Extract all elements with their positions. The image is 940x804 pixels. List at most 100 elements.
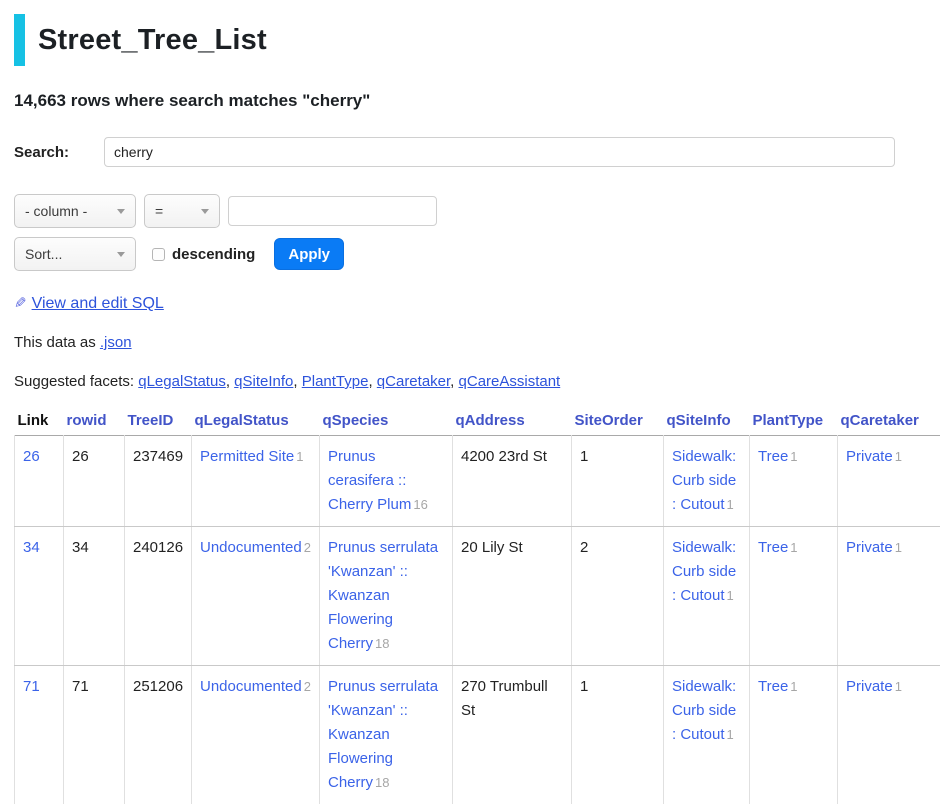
results-table: Link rowid TreeID qLegalStatus qSpecies …	[14, 408, 940, 804]
facet-link-qsiteinfo[interactable]: qSiteInfo	[234, 373, 293, 390]
cell-treeid: 240126	[125, 527, 192, 666]
table-row: 34 34 240126 Undocumented2 Prunus serrul…	[15, 527, 940, 666]
search-input[interactable]	[104, 137, 895, 167]
cell-qaddress: 20 Lily St	[453, 527, 572, 666]
sort-select[interactable]: Sort...	[14, 237, 136, 271]
facet-link-qcaretaker[interactable]: qCaretaker	[377, 373, 450, 390]
facet-count: 1	[727, 497, 734, 512]
sort-row: Sort... descending Apply	[14, 237, 926, 271]
json-link[interactable]: .json	[100, 334, 132, 351]
column-select-value: - column -	[25, 203, 87, 219]
cell-treeid: 237469	[125, 436, 192, 527]
column-header-qcaretaker: qCaretaker	[838, 408, 940, 436]
chevron-down-icon	[201, 209, 209, 214]
facet-separator: ,	[293, 373, 301, 390]
column-header-siteorder: SiteOrder	[572, 408, 664, 436]
cell-qlegalstatus: Undocumented2	[192, 666, 320, 804]
cell-qspecies: Prunus cerasifera :: Cherry Plum16	[320, 436, 453, 527]
column-header-qaddress-link[interactable]: qAddress	[456, 412, 525, 429]
search-label: Search:	[14, 144, 104, 161]
chevron-down-icon	[117, 209, 125, 214]
cell-treeid: 251206	[125, 666, 192, 804]
facet-count: 2	[304, 540, 311, 555]
filter-value-input[interactable]	[228, 196, 437, 226]
cell-qsiteinfo: Sidewalk: Curb side : Cutout1	[664, 436, 750, 527]
cell-siteorder: 2	[572, 527, 664, 666]
facet-value-link[interactable]: Tree	[758, 448, 788, 465]
cell-link: 26	[15, 436, 64, 527]
column-header-planttype-link[interactable]: PlantType	[753, 412, 824, 429]
data-as-row: This data as .json	[14, 334, 926, 351]
column-header-qsiteinfo-link[interactable]: qSiteInfo	[667, 412, 731, 429]
column-header-treeid: TreeID	[125, 408, 192, 436]
operator-select[interactable]: =	[144, 194, 220, 228]
column-header-siteorder-link[interactable]: SiteOrder	[575, 412, 643, 429]
facets-label: Suggested facets:	[14, 373, 138, 390]
column-header-qspecies: qSpecies	[320, 408, 453, 436]
page: Street_Tree_List 14,663 rows where searc…	[0, 0, 940, 804]
facet-link-qlegalstatus[interactable]: qLegalStatus	[138, 373, 226, 390]
column-header-planttype: PlantType	[750, 408, 838, 436]
column-header-qlegalstatus-link[interactable]: qLegalStatus	[195, 412, 289, 429]
facet-value-link[interactable]: Private	[846, 448, 893, 465]
column-select[interactable]: - column -	[14, 194, 136, 228]
cell-siteorder: 1	[572, 436, 664, 527]
column-header-link: Link	[15, 408, 64, 436]
chevron-down-icon	[117, 252, 125, 257]
facet-value-link[interactable]: Undocumented	[200, 678, 302, 695]
facet-count: 1	[727, 588, 734, 603]
facet-link-planttype[interactable]: PlantType	[302, 373, 369, 390]
cell-link: 34	[15, 527, 64, 666]
cell-siteorder: 1	[572, 666, 664, 804]
facet-separator: ,	[368, 373, 376, 390]
facet-value-link[interactable]: Prunus cerasifera :: Cherry Plum	[328, 448, 411, 513]
row-link[interactable]: 71	[23, 678, 40, 695]
facet-count: 1	[895, 449, 902, 464]
column-header-qsiteinfo: qSiteInfo	[664, 408, 750, 436]
cell-qaddress: 270 Trumbull St	[453, 666, 572, 804]
row-link[interactable]: 34	[23, 539, 40, 556]
facet-link-qcareassistant[interactable]: qCareAssistant	[459, 373, 561, 390]
cell-qcaretaker: Private1	[838, 527, 940, 666]
facet-value-link[interactable]: Undocumented	[200, 539, 302, 556]
facet-count: 1	[790, 449, 797, 464]
cell-qcaretaker: Private1	[838, 666, 940, 804]
cell-qsiteinfo: Sidewalk: Curb side : Cutout1	[664, 527, 750, 666]
column-header-rowid-link[interactable]: rowid	[67, 412, 107, 429]
pencil-icon: ✎	[14, 294, 27, 312]
facet-value-link[interactable]: Permitted Site	[200, 448, 294, 465]
cell-link: 71	[15, 666, 64, 804]
sort-select-value: Sort...	[25, 246, 62, 262]
cell-qsiteinfo: Sidewalk: Curb side : Cutout1	[664, 666, 750, 804]
cell-planttype: Tree1	[750, 527, 838, 666]
column-header-qspecies-link[interactable]: qSpecies	[323, 412, 389, 429]
facet-value-link[interactable]: Private	[846, 678, 893, 695]
cell-qspecies: Prunus serrulata 'Kwanzan' :: Kwanzan Fl…	[320, 527, 453, 666]
column-header-treeid-link[interactable]: TreeID	[128, 412, 174, 429]
facet-count: 1	[296, 449, 303, 464]
cell-rowid: 34	[64, 527, 125, 666]
facet-count: 1	[790, 679, 797, 694]
cell-qlegalstatus: Undocumented2	[192, 527, 320, 666]
descending-checkbox[interactable]	[152, 248, 165, 261]
column-header-rowid: rowid	[64, 408, 125, 436]
facet-count: 16	[413, 497, 427, 512]
facet-count: 18	[375, 775, 389, 790]
facet-separator: ,	[450, 373, 458, 390]
cell-qcaretaker: Private1	[838, 436, 940, 527]
facet-value-link[interactable]: Tree	[758, 539, 788, 556]
facet-value-link[interactable]: Private	[846, 539, 893, 556]
row-link[interactable]: 26	[23, 448, 40, 465]
facet-count: 1	[895, 679, 902, 694]
cell-qspecies: Prunus serrulata 'Kwanzan' :: Kwanzan Fl…	[320, 666, 453, 804]
view-edit-sql-link[interactable]: View and edit SQL	[32, 295, 164, 312]
search-row: Search:	[14, 137, 926, 167]
table-row: 26 26 237469 Permitted Site1 Prunus cera…	[15, 436, 940, 527]
column-header-qcaretaker-link[interactable]: qCaretaker	[841, 412, 919, 429]
descending-label[interactable]: descending	[172, 246, 255, 263]
apply-button[interactable]: Apply	[274, 238, 344, 270]
cell-planttype: Tree1	[750, 666, 838, 804]
column-header-qlegalstatus: qLegalStatus	[192, 408, 320, 436]
facet-count: 1	[790, 540, 797, 555]
facet-value-link[interactable]: Tree	[758, 678, 788, 695]
